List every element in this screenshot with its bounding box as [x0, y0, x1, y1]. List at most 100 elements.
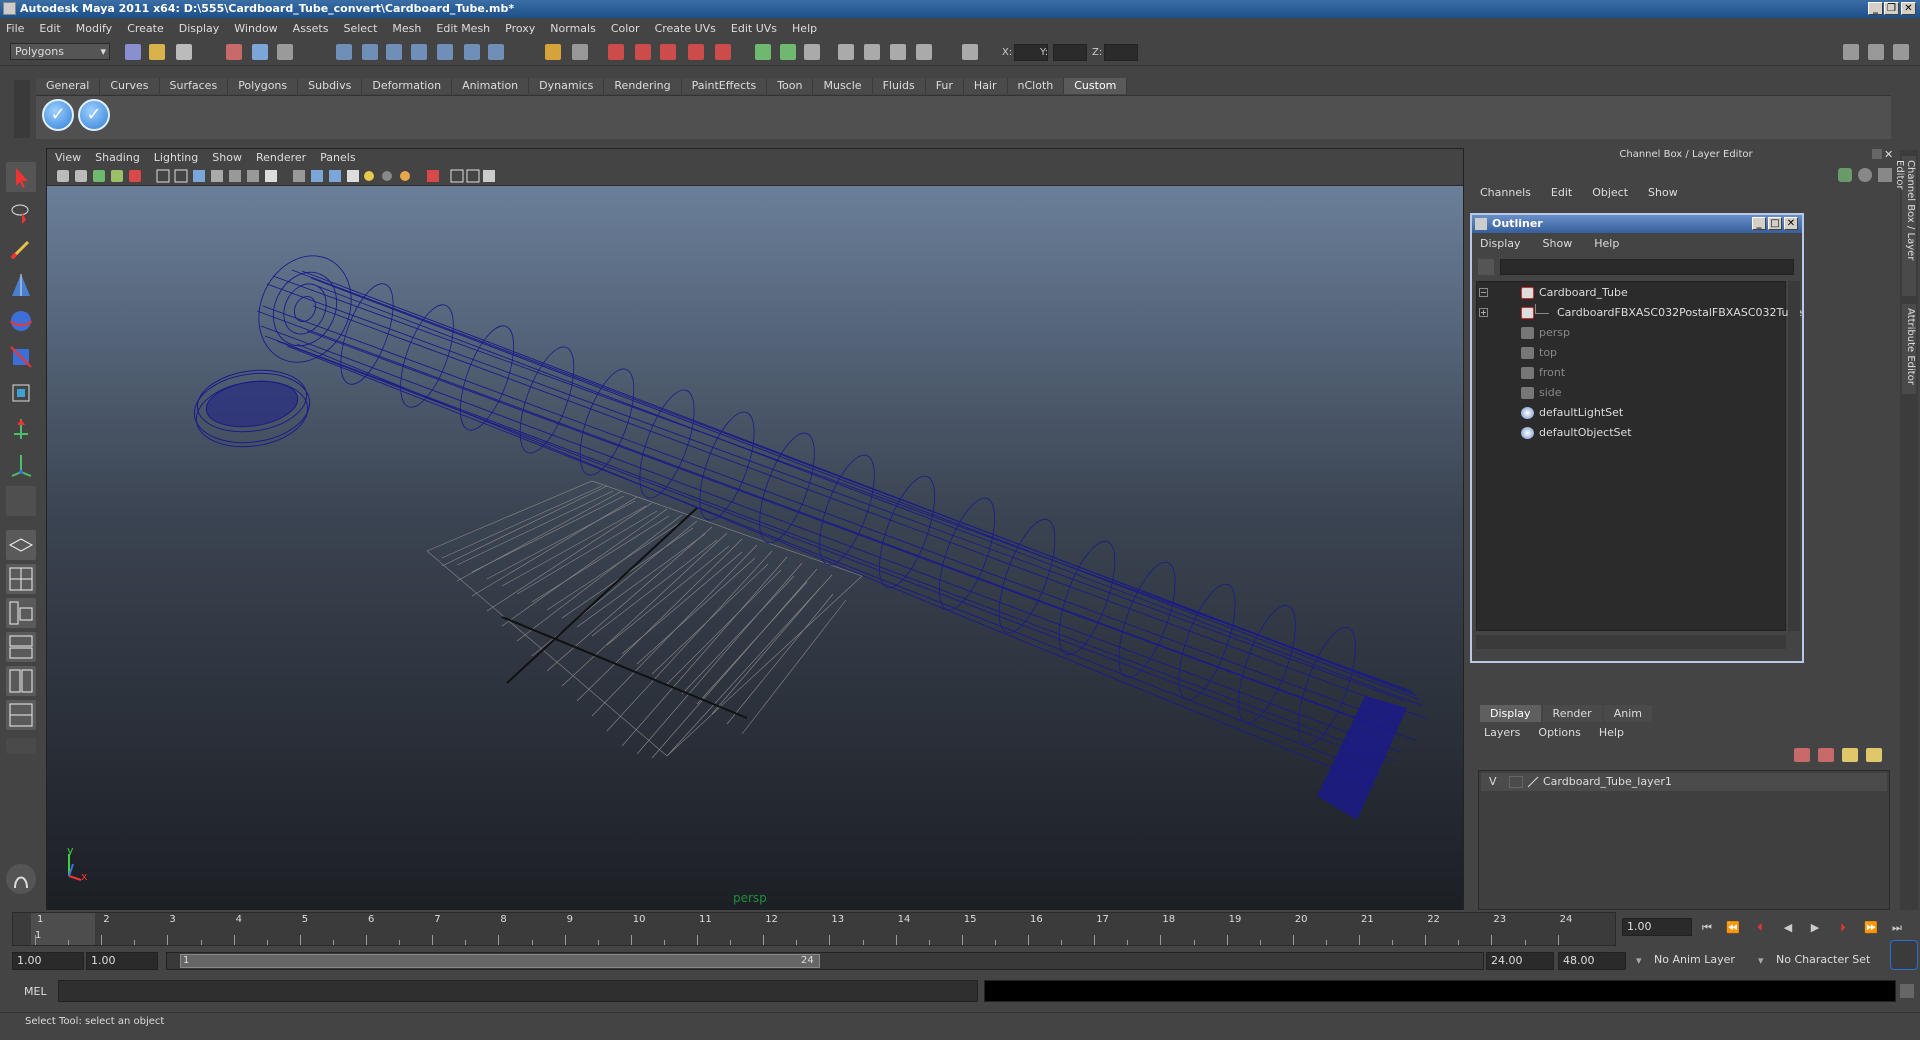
collapse-icon[interactable]: −: [1479, 288, 1488, 297]
outliner-item[interactable]: top: [1477, 344, 1782, 362]
tab-animation[interactable]: Animation: [452, 78, 530, 94]
layout-expand-icon[interactable]: [6, 738, 36, 754]
outliner-close-button[interactable]: ✕: [1784, 217, 1798, 230]
menu-color[interactable]: Color: [611, 22, 640, 35]
tab-channel-box-layer-editor[interactable]: Channel Box / Layer Editor: [1894, 156, 1916, 296]
tab-painteffects[interactable]: PaintEffects: [681, 78, 768, 94]
outliner-vertical-scrollbar[interactable]: [1788, 281, 1800, 631]
tab-ncloth[interactable]: nCloth: [1007, 78, 1065, 94]
render-current-icon[interactable]: [635, 44, 651, 60]
menu-edit[interactable]: Edit: [39, 22, 60, 35]
channel-box-toggle-icon[interactable]: [1868, 44, 1884, 60]
soft-mod-icon[interactable]: [6, 414, 36, 444]
animation-start-field[interactable]: 1.00: [12, 952, 84, 970]
last-tool-icon[interactable]: [6, 486, 36, 516]
select-object-icon[interactable]: [252, 44, 268, 60]
layout-toggle-icon[interactable]: [1843, 44, 1859, 60]
menu-display[interactable]: Display: [179, 22, 220, 35]
outliner-item[interactable]: − Cardboard_Tube: [1477, 284, 1782, 302]
channel-hyper-icon[interactable]: [1878, 168, 1892, 182]
menu-help[interactable]: Help: [792, 22, 817, 35]
layer-menu-help[interactable]: Help: [1599, 726, 1624, 742]
open-scene-icon[interactable]: [149, 44, 165, 60]
close-icon[interactable]: ✕: [1884, 148, 1893, 161]
expand-icon[interactable]: +: [1479, 308, 1488, 317]
tab-custom[interactable]: Custom: [1064, 78, 1128, 94]
go-to-start-icon[interactable]: ⏮: [1698, 920, 1716, 936]
step-back-icon[interactable]: ⏪: [1724, 920, 1742, 936]
snap-view-icon[interactable]: [464, 44, 480, 60]
panel-float-icon[interactable]: [1872, 149, 1882, 159]
show-manipulator-icon[interactable]: [6, 450, 36, 480]
command-input[interactable]: [58, 980, 978, 1002]
channel-menu-edit[interactable]: Edit: [1551, 186, 1572, 202]
tab-layers-display[interactable]: Display: [1480, 705, 1541, 722]
outliner-item[interactable]: front: [1477, 364, 1782, 382]
select-tool-icon[interactable]: [6, 162, 36, 192]
help-icon[interactable]: [488, 44, 504, 60]
outliner-item[interactable]: defaultLightSet: [1477, 404, 1782, 422]
anim-layer-dropdown[interactable]: No Anim Layer: [1650, 952, 1754, 970]
menu-mesh[interactable]: Mesh: [392, 22, 421, 35]
check-icon[interactable]: ✓: [78, 99, 110, 131]
menu-create[interactable]: Create: [127, 22, 164, 35]
animation-end-field[interactable]: 48.00: [1558, 952, 1626, 970]
auto-key-icon[interactable]: [1890, 940, 1918, 970]
render-settings-icon[interactable]: [688, 44, 704, 60]
minimize-button[interactable]: _: [1868, 2, 1883, 15]
channel-menu-show[interactable]: Show: [1648, 186, 1678, 202]
outliner-maximize-button[interactable]: □: [1768, 217, 1782, 230]
snap-plane-icon[interactable]: [411, 44, 427, 60]
menu-normals[interactable]: Normals: [550, 22, 596, 35]
outliner-item[interactable]: + CardboardFBXASC032PostalFBXASC032Tube: [1477, 304, 1802, 322]
viewport-menu-view[interactable]: View: [55, 151, 81, 164]
outliner-menu-help[interactable]: Help: [1594, 237, 1619, 253]
tab-fluids[interactable]: Fluids: [872, 78, 926, 94]
menu-edit-uvs[interactable]: Edit UVs: [731, 22, 777, 35]
input-ops-icon[interactable]: [572, 44, 588, 60]
play-forward-icon[interactable]: ▶: [1806, 920, 1824, 936]
select-component-icon[interactable]: [277, 44, 293, 60]
tab-deformation[interactable]: Deformation: [362, 78, 453, 94]
layer-type-toggle[interactable]: [1509, 776, 1523, 788]
viewport-menu-renderer[interactable]: Renderer: [256, 151, 306, 164]
tab-toon[interactable]: Toon: [767, 78, 814, 94]
maximize-button[interactable]: ❐: [1884, 2, 1899, 15]
tab-surfaces[interactable]: Surfaces: [159, 78, 229, 94]
close-button[interactable]: ✕: [1901, 2, 1916, 15]
layer-visibility-toggle[interactable]: V: [1489, 773, 1497, 791]
channel-speed-icon[interactable]: [1858, 168, 1872, 182]
viewport-menu-show[interactable]: Show: [212, 151, 242, 164]
outliner-minimize-button[interactable]: _: [1752, 217, 1766, 230]
playback-end-field[interactable]: 24.00: [1486, 952, 1554, 970]
tab-polygons[interactable]: Polygons: [228, 78, 299, 94]
save-scene-icon[interactable]: [176, 44, 192, 60]
tab-muscle[interactable]: Muscle: [813, 78, 873, 94]
chevron-down-icon[interactable]: ▾: [1758, 954, 1764, 967]
viewport-menu-panels[interactable]: Panels: [320, 151, 355, 164]
snapshot-icon[interactable]: [864, 44, 880, 60]
tab-curves[interactable]: Curves: [100, 78, 160, 94]
ipr-render-icon[interactable]: [660, 44, 676, 60]
graph-layout-icon[interactable]: [6, 632, 36, 662]
step-back-key-icon[interactable]: ⏴: [1751, 920, 1769, 936]
paint-select-icon[interactable]: [6, 234, 36, 264]
menu-file[interactable]: File: [6, 22, 24, 35]
outliner-filter-field[interactable]: [1500, 259, 1794, 275]
check-icon[interactable]: ✓: [42, 99, 74, 131]
play-backward-icon[interactable]: ◀: [1779, 920, 1797, 936]
shelf-menu-handle[interactable]: [14, 80, 30, 138]
hypershade-icon[interactable]: [715, 44, 731, 60]
scale-tool-icon[interactable]: [6, 342, 36, 372]
outliner-item[interactable]: defaultObjectSet: [1477, 424, 1782, 442]
camera-tools-icon[interactable]: [916, 44, 932, 60]
filter-icon[interactable]: [1478, 259, 1494, 275]
snap-surface-icon[interactable]: [437, 44, 453, 60]
playback-start-field[interactable]: 1.00: [86, 952, 158, 970]
viewport-menu-lighting[interactable]: Lighting: [154, 151, 198, 164]
single-view-layout-icon[interactable]: [6, 530, 36, 560]
snap-grid-icon[interactable]: [336, 44, 352, 60]
tab-fur[interactable]: Fur: [925, 78, 964, 94]
transform-field-icon[interactable]: [962, 44, 978, 60]
outliner-layout-icon[interactable]: [6, 598, 36, 628]
